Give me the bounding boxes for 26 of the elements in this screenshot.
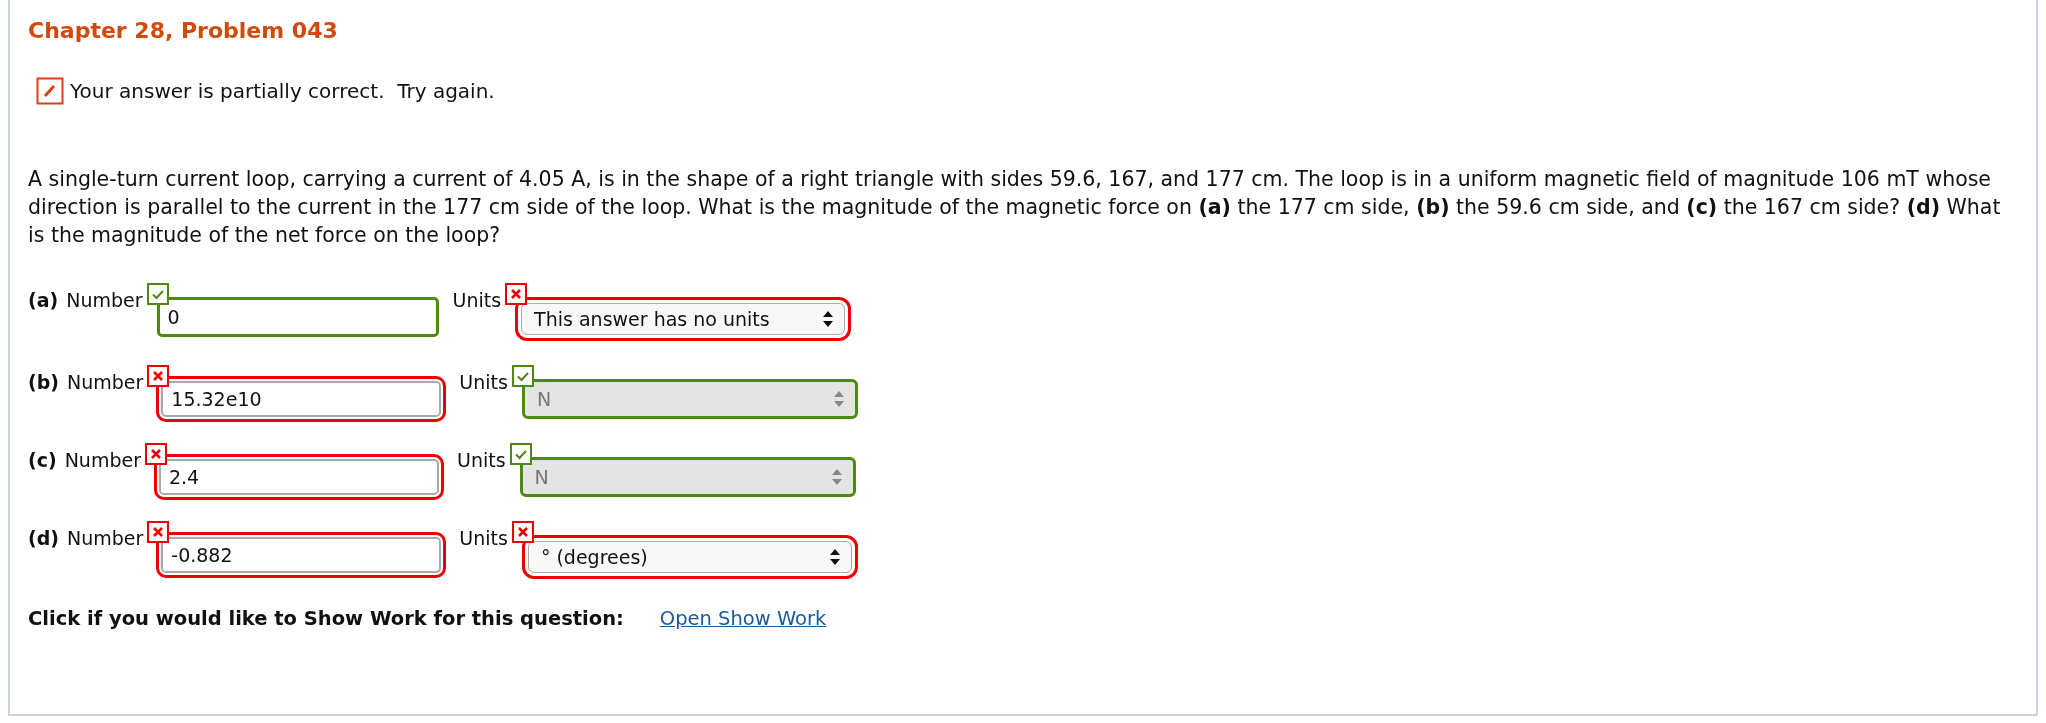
- dropdown-arrows-icon: [828, 548, 841, 566]
- part-label: (a): [28, 289, 59, 311]
- number-label: Number: [66, 371, 144, 393]
- number-label: Number: [66, 527, 144, 549]
- number-label: Number: [66, 289, 143, 311]
- dropdown-arrows-icon: [832, 390, 845, 408]
- dropdown-arrows-icon: [822, 310, 835, 328]
- number-field[interactable]: -0.882: [161, 537, 442, 573]
- units-label: Units: [452, 289, 502, 311]
- units-label: Units: [456, 449, 506, 471]
- show-work-prompt: Click if you would like to Show Work for this question:: [28, 607, 624, 630]
- units-label: Units: [459, 371, 508, 393]
- part-label: (c): [28, 449, 57, 471]
- problem-text: A single-turn current loop, carrying a current of 4.05 A, is in the shape of a right triangle with sides 59.6, 167, and 177 cm. The loop is in a uniform magnetic field of magnitude 106 mT whose direction is parallel to the current in the 177 cm side of the loop. What is the magnitude of the magnetic force on (a) the 177 cm side, (b) the 59.6 cm side, and (c) the 167 cm side? (d) What is the magnitude of the net force on the loop?: [28, 166, 2002, 249]
- number-label: Number: [64, 449, 141, 471]
- problem-title: Chapter 28, Problem 043: [28, 18, 339, 43]
- dropdown-arrows-icon: [830, 468, 843, 486]
- number-field[interactable]: 15.32e10: [161, 381, 442, 417]
- units-label: Units: [459, 527, 508, 549]
- pencil-icon: [36, 77, 64, 105]
- part-label: (b): [28, 371, 59, 393]
- number-field[interactable]: 2.4: [158, 459, 439, 495]
- part-label: (d): [28, 527, 59, 549]
- feedback-text: Your answer is partially correct. Try again.: [70, 79, 495, 103]
- open-show-work-link[interactable]: Open Show Work: [659, 607, 827, 630]
- number-field[interactable]: 0: [156, 297, 439, 337]
